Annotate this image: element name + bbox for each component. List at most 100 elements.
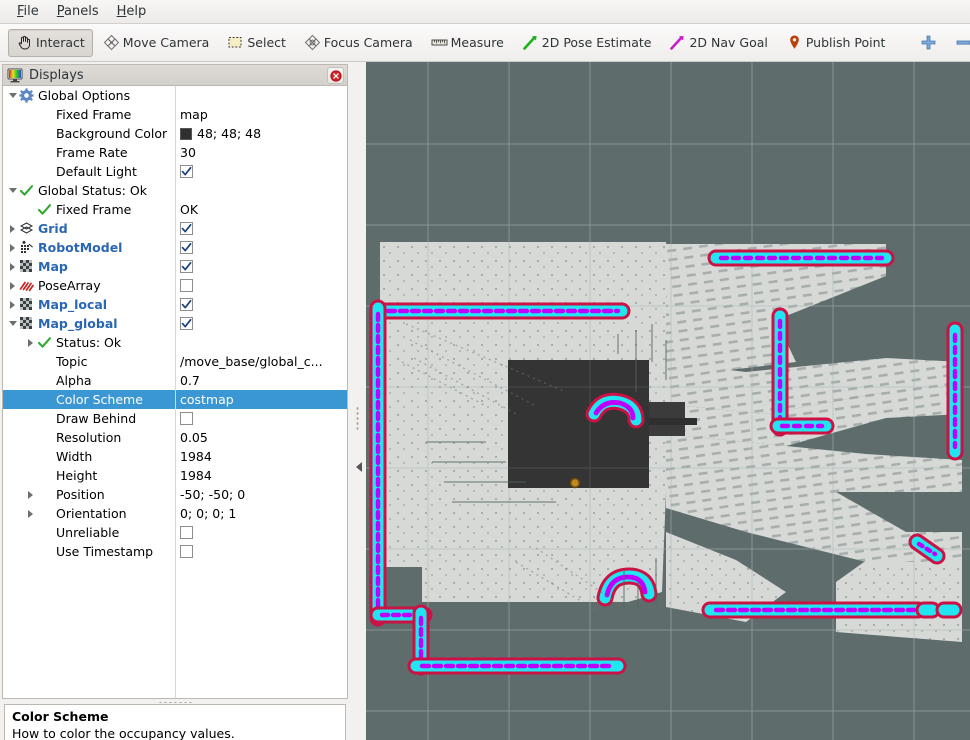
plus-icon <box>921 35 936 50</box>
tool-publish-point[interactable]: Publish Point <box>778 29 894 57</box>
expand-arrow-icon[interactable] <box>7 257 18 276</box>
display-row-value-cell[interactable] <box>175 276 347 295</box>
display-row-value-cell[interactable] <box>175 523 347 542</box>
check-icon <box>36 201 53 218</box>
icon-placeholder <box>36 353 53 370</box>
tool-move-camera[interactable]: Move Camera <box>95 29 218 57</box>
display-row-name-cell: RobotModel <box>3 238 175 257</box>
menu-panels[interactable]: Panels <box>48 2 108 21</box>
icon-placeholder <box>36 410 53 427</box>
expand-arrow-icon[interactable] <box>7 276 18 295</box>
display-row-value: costmap <box>180 392 234 407</box>
tool-2d-pose-estimate[interactable]: 2D Pose Estimate <box>514 29 660 57</box>
display-enable-checkbox[interactable] <box>180 526 193 539</box>
display-enable-checkbox[interactable] <box>180 412 193 425</box>
display-row-value-cell[interactable]: 0.7 <box>175 371 347 390</box>
collapse-arrow-icon[interactable] <box>7 181 18 200</box>
magenta-arrow-icon <box>669 34 686 51</box>
display-row-name-cell: Topic <box>3 352 175 371</box>
display-row-value-cell[interactable]: -50; -50; 0 <box>175 485 347 504</box>
display-row-value-cell[interactable] <box>175 409 347 428</box>
display-row-value-cell[interactable]: 0; 0; 0; 1 <box>175 504 347 523</box>
displays-panel-icon <box>7 68 23 83</box>
display-row-value-cell[interactable]: 30 <box>175 143 347 162</box>
display-enable-checkbox[interactable] <box>180 260 193 273</box>
expand-arrow-icon[interactable] <box>7 238 18 257</box>
display-row-value-cell[interactable] <box>175 162 347 181</box>
display-row-label: PoseArray <box>38 278 101 293</box>
panel-viewport-splitter[interactable] <box>352 62 366 740</box>
tool-2d-nav-goal[interactable]: 2D Nav Goal <box>661 29 775 57</box>
displays-tree[interactable]: Global Options Fixed Frame map Background C… <box>2 85 348 699</box>
display-row-value-cell[interactable]: 48; 48; 48 <box>175 124 347 143</box>
twisty-placeholder <box>25 428 36 447</box>
checkmark-icon <box>181 223 192 233</box>
collapse-arrow-icon[interactable] <box>7 314 18 333</box>
display-enable-checkbox[interactable] <box>180 545 193 558</box>
display-row-value-cell[interactable]: OK <box>175 200 347 219</box>
display-row-label: Fixed Frame <box>56 202 132 217</box>
display-row-value-cell[interactable] <box>175 295 347 314</box>
display-row-value-cell[interactable]: 1984 <box>175 466 347 485</box>
map-icon <box>20 260 32 272</box>
display-row-label: Global Status: Ok <box>38 183 147 198</box>
remove-tool-button[interactable] <box>950 30 970 56</box>
display-row-value: 1984 <box>180 449 212 464</box>
expand-arrow-icon[interactable] <box>7 295 18 314</box>
twisty-placeholder <box>25 447 36 466</box>
tool-select[interactable]: Select <box>219 29 294 57</box>
display-row-value: 1984 <box>180 468 212 483</box>
ruler-icon <box>431 34 448 51</box>
checkmark-icon <box>181 242 192 252</box>
tool-interact[interactable]: Interact <box>8 28 93 57</box>
icon-placeholder <box>36 486 53 503</box>
display-enable-checkbox[interactable] <box>180 165 193 178</box>
display-row-name-cell: Map_global <box>3 314 175 333</box>
collapse-arrow-icon[interactable] <box>7 86 18 105</box>
expand-arrow-icon[interactable] <box>25 504 36 523</box>
display-enable-checkbox[interactable] <box>180 279 193 292</box>
expand-arrow-icon[interactable] <box>25 485 36 504</box>
expand-arrow-icon[interactable] <box>25 333 36 352</box>
display-enable-checkbox[interactable] <box>180 317 193 330</box>
costmap-scene <box>366 62 970 740</box>
display-row-value: 0; 0; 0; 1 <box>180 506 237 521</box>
collapse-left-arrow-icon[interactable] <box>356 462 362 472</box>
display-enable-checkbox[interactable] <box>180 222 193 235</box>
display-row-value-cell[interactable] <box>175 542 347 561</box>
check-icon <box>19 185 34 196</box>
display-row-value-cell[interactable]: map <box>175 105 347 124</box>
tool-focus-camera[interactable]: Focus Camera <box>296 29 421 57</box>
expand-arrow-icon[interactable] <box>7 219 18 238</box>
display-row-value-cell[interactable]: 0.05 <box>175 428 347 447</box>
twisty-placeholder <box>25 542 36 561</box>
color-swatch[interactable] <box>180 127 192 140</box>
icon-placeholder <box>36 524 53 541</box>
twisty-placeholder <box>25 409 36 428</box>
map-icon <box>18 258 35 275</box>
checkmark-icon <box>181 299 192 309</box>
twisty-placeholder <box>25 523 36 542</box>
display-row-value-cell[interactable] <box>175 238 347 257</box>
map-icon <box>18 296 35 313</box>
tool-select-label: Select <box>247 35 286 50</box>
menu-file[interactable]: File <box>8 2 48 21</box>
display-row-label: Topic <box>56 354 88 369</box>
display-row-value: map <box>180 107 208 122</box>
display-row-value-cell[interactable] <box>175 219 347 238</box>
display-row-value-cell[interactable]: costmap <box>175 390 347 409</box>
display-enable-checkbox[interactable] <box>180 298 193 311</box>
display-row-name-cell: Height <box>3 466 175 485</box>
render-viewport[interactable] <box>366 62 970 740</box>
display-row-value-cell[interactable]: /move_base/global_c... <box>175 352 347 371</box>
menu-help[interactable]: Help <box>108 2 156 21</box>
add-tool-button[interactable] <box>915 30 941 56</box>
display-row-value-cell[interactable] <box>175 314 347 333</box>
display-row-value-cell[interactable]: 1984 <box>175 447 347 466</box>
close-displays-panel-button[interactable] <box>327 67 344 84</box>
display-row-value-cell[interactable] <box>175 257 347 276</box>
display-row-name-cell: PoseArray <box>3 276 175 295</box>
display-enable-checkbox[interactable] <box>180 241 193 254</box>
tool-measure[interactable]: Measure <box>423 29 512 57</box>
robot-icon <box>18 239 35 256</box>
